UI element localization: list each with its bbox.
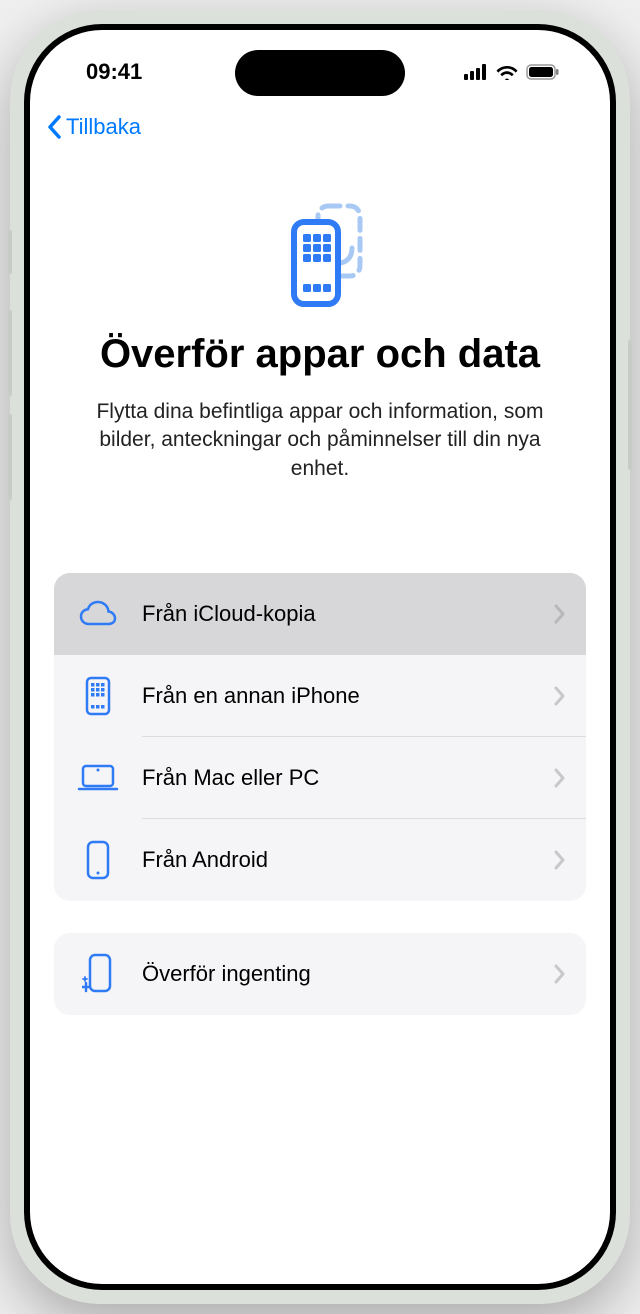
- option-label: Från en annan iPhone: [142, 683, 554, 709]
- option-icloud-backup[interactable]: Från iCloud-kopia: [54, 573, 586, 655]
- option-android[interactable]: Från Android: [54, 819, 586, 901]
- option-group-sources: Från iCloud-kopia: [54, 573, 586, 901]
- cellular-icon: [464, 64, 488, 80]
- dynamic-island: [235, 50, 405, 96]
- power-button: [628, 340, 632, 470]
- option-label: Från iCloud-kopia: [142, 601, 554, 627]
- iphone-grid-icon: [76, 676, 120, 716]
- option-label: Från Android: [142, 847, 554, 873]
- silent-switch: [8, 230, 12, 274]
- chevron-right-icon: [554, 604, 566, 624]
- chevron-left-icon: [46, 114, 64, 140]
- page-title: Överför appar och data: [54, 330, 586, 378]
- chevron-right-icon: [554, 768, 566, 788]
- phone-outline-icon: [76, 840, 120, 880]
- nav-bar: Tillbaka: [30, 100, 610, 148]
- status-time: 09:41: [74, 59, 142, 85]
- option-group-skip: Överför ingenting: [54, 933, 586, 1015]
- phone-bezel: 09:41: [24, 24, 616, 1290]
- option-mac-pc[interactable]: Från Mac eller PC: [54, 737, 586, 819]
- back-button[interactable]: Tillbaka: [46, 114, 141, 140]
- battery-icon: [526, 64, 560, 80]
- chevron-right-icon: [554, 850, 566, 870]
- content-area: Överför appar och data Flytta dina befin…: [30, 192, 610, 1015]
- volume-down-button: [8, 414, 12, 500]
- option-label: Överför ingenting: [142, 961, 554, 987]
- option-transfer-nothing[interactable]: Överför ingenting: [54, 933, 586, 1015]
- option-label: Från Mac eller PC: [142, 765, 554, 791]
- status-icons: [464, 64, 566, 80]
- option-another-iphone[interactable]: Från en annan iPhone: [54, 655, 586, 737]
- chevron-right-icon: [554, 964, 566, 984]
- cloud-icon: [76, 600, 120, 628]
- phone-sparkle-icon: [76, 953, 120, 995]
- volume-up-button: [8, 310, 12, 396]
- phone-frame: 09:41: [10, 10, 630, 1304]
- laptop-icon: [76, 764, 120, 792]
- hero-transfer-icon: [54, 192, 586, 312]
- wifi-icon: [496, 64, 518, 80]
- chevron-right-icon: [554, 686, 566, 706]
- screen: 09:41: [30, 30, 610, 1284]
- page-subtitle: Flytta dina befintliga appar och informa…: [54, 398, 586, 483]
- back-label: Tillbaka: [66, 114, 141, 140]
